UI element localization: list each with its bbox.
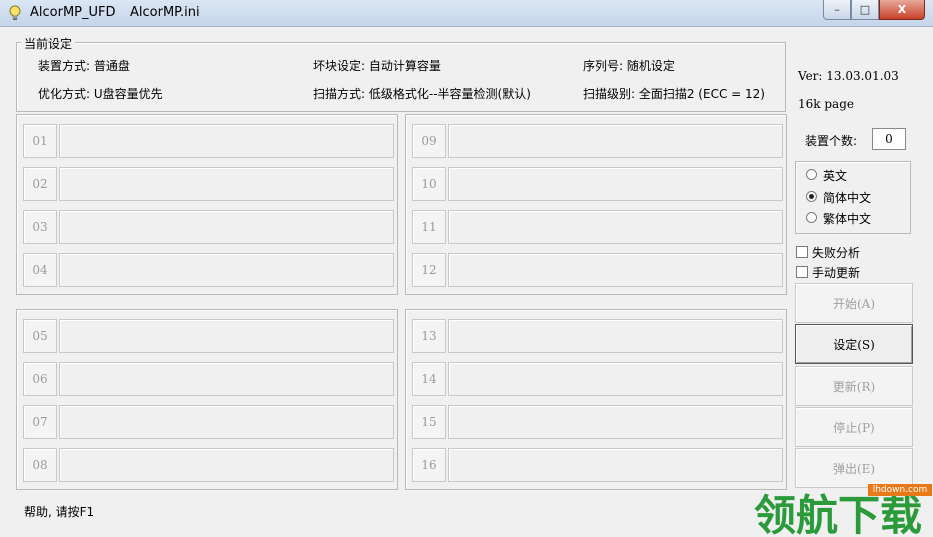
slot-status-bar-09	[448, 124, 783, 158]
watermark-url: lhdown.com	[868, 484, 932, 496]
lightbulb-icon	[9, 5, 21, 20]
slot-status-bar-11	[448, 210, 783, 244]
refresh-button[interactable]: 更新(R)	[795, 366, 913, 406]
slot-status-bar-10	[448, 167, 783, 201]
lang-zh-tw-radio[interactable]	[806, 212, 817, 223]
slot-number-13: 13	[412, 319, 446, 353]
slot-status-bar-13	[448, 319, 783, 353]
slot-number-03: 03	[23, 210, 57, 244]
slot-number-09: 09	[412, 124, 446, 158]
fail-analysis-label[interactable]: 失败分析	[812, 244, 860, 261]
slot-status-bar-08	[59, 448, 394, 482]
manual-update-checkbox[interactable]	[796, 266, 808, 278]
version-text: Ver: 13.03.01.03	[798, 69, 899, 83]
slot-number-04: 04	[23, 253, 57, 287]
slot-status-bar-14	[448, 362, 783, 396]
scan-mode-text: 扫描方式: 低级格式化--半容量检测(默认)	[313, 87, 531, 101]
slot-number-16: 16	[412, 448, 446, 482]
slot-number-14: 14	[412, 362, 446, 396]
status-text: 帮助, 请按F1	[24, 505, 95, 519]
slot-status-bar-02	[59, 167, 394, 201]
slot-number-06: 06	[23, 362, 57, 396]
install-mode-text: 装置方式: 普通盘	[38, 59, 130, 73]
settings-button[interactable]: 设定(S)	[795, 324, 913, 364]
slot-status-bar-15	[448, 405, 783, 439]
slot-status-bar-04	[59, 253, 394, 287]
slot-status-bar-16	[448, 448, 783, 482]
lang-en-label[interactable]: 英文	[823, 167, 847, 184]
lang-zh-cn-label[interactable]: 简体中文	[823, 189, 871, 206]
slot-number-01: 01	[23, 124, 57, 158]
title-bar: AlcorMP_UFD AlcorMP.ini – □ X	[0, 0, 933, 27]
manual-update-label[interactable]: 手动更新	[812, 264, 860, 281]
maximize-button[interactable]: □	[851, 0, 879, 20]
slot-number-02: 02	[23, 167, 57, 201]
slot-number-15: 15	[412, 405, 446, 439]
slot-status-bar-05	[59, 319, 394, 353]
slot-number-05: 05	[23, 319, 57, 353]
minimize-button[interactable]: –	[823, 0, 851, 20]
bad-block-text: 坏块设定: 自动计算容量	[313, 59, 441, 73]
lang-zh-tw-label[interactable]: 繁体中文	[823, 210, 871, 227]
start-button[interactable]: 开始(A)	[795, 283, 913, 323]
slot-number-07: 07	[23, 405, 57, 439]
fail-analysis-checkbox[interactable]	[796, 246, 808, 258]
slot-status-bar-07	[59, 405, 394, 439]
page-size-text: 16k page	[798, 97, 854, 111]
slot-status-bar-01	[59, 124, 394, 158]
optimize-text: 优化方式: U盘容量优先	[38, 87, 163, 101]
window-title-file: AlcorMP.ini	[130, 5, 200, 20]
close-button[interactable]: X	[879, 0, 925, 20]
slot-number-08: 08	[23, 448, 57, 482]
slot-status-bar-12	[448, 253, 783, 287]
device-count-label: 装置个数:	[805, 134, 858, 148]
serial-text: 序列号: 随机设定	[583, 59, 675, 73]
lang-zh-cn-radio[interactable]	[806, 191, 817, 202]
slot-status-bar-06	[59, 362, 394, 396]
current-settings-legend: 当前设定	[21, 35, 76, 52]
watermark-logo-text: 领航下载	[754, 491, 922, 537]
stop-button[interactable]: 停止(P)	[795, 407, 913, 447]
slot-number-10: 10	[412, 167, 446, 201]
device-count-field: 0	[872, 128, 906, 150]
slot-number-12: 12	[412, 253, 446, 287]
slot-status-bar-03	[59, 210, 394, 244]
scan-level-text: 扫描级别: 全面扫描2 (ECC = 12)	[583, 87, 765, 101]
slot-number-11: 11	[412, 210, 446, 244]
window-title-app: AlcorMP_UFD	[30, 5, 116, 20]
lang-en-radio[interactable]	[806, 169, 817, 180]
